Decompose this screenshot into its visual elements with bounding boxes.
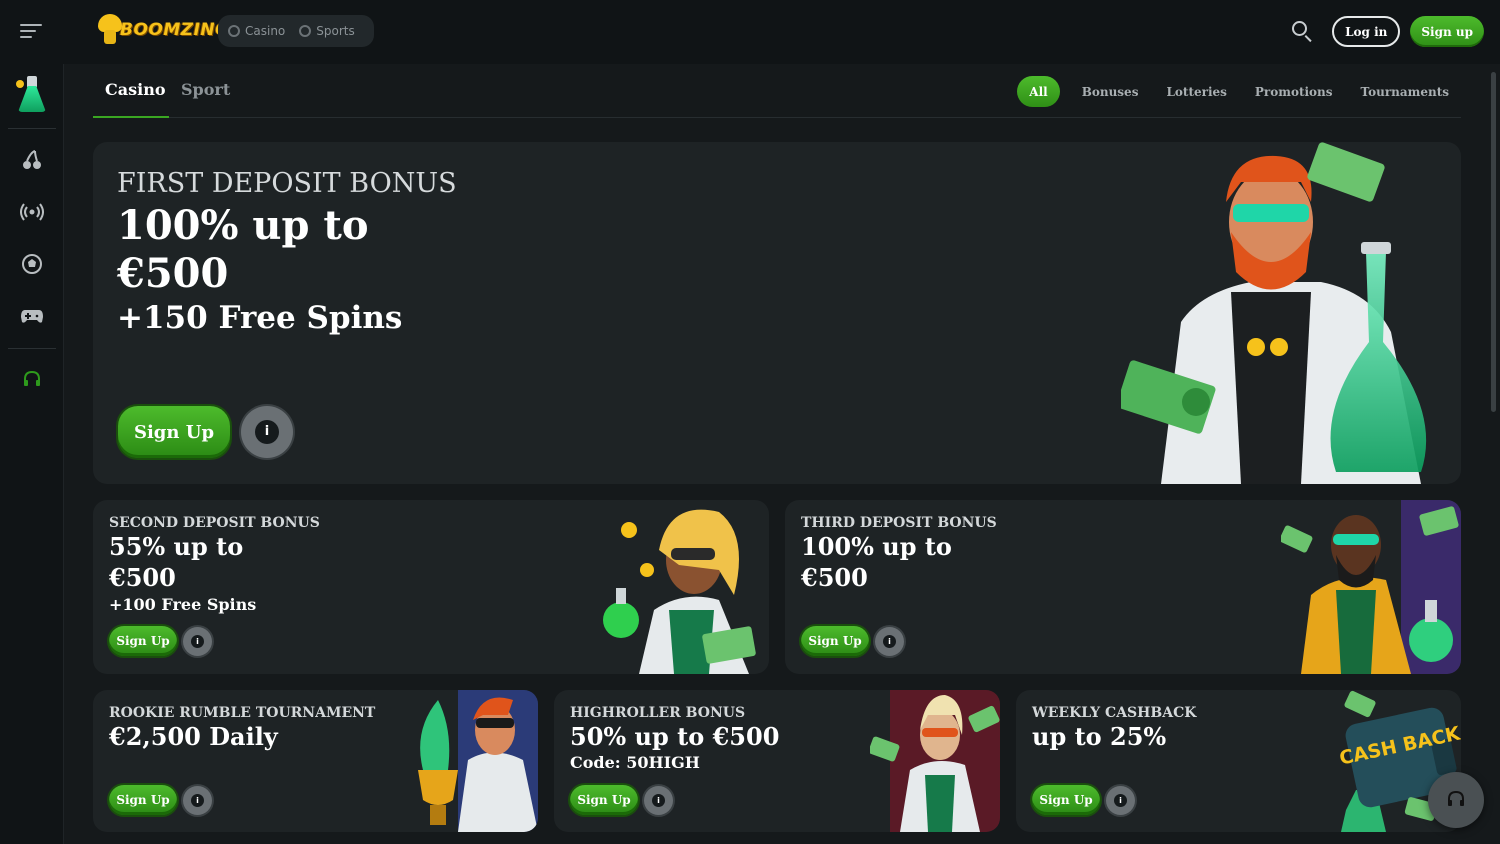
hero-info-button[interactable]: i [241,406,293,458]
card-info-button[interactable]: i [183,786,212,815]
mode-casino[interactable]: Casino [228,24,285,38]
page-scrollbar[interactable] [1491,72,1496,412]
support-chat-button[interactable] [1428,772,1484,828]
card-line-2: €500 [109,563,176,592]
card-title: THIRD DEPOSIT BONUS [801,515,997,531]
card-line-1: up to 25% [1032,722,1167,751]
card-signup-button[interactable]: Sign Up [109,785,177,815]
promo-card-rookie-rumble: ROOKIE RUMBLE TOURNAMENT €2,500 Daily Si… [93,690,538,832]
football-icon[interactable] [20,252,44,276]
hero-line-1: 100% up to [117,202,369,249]
card-line-2: Code: 50HIGH [570,753,700,772]
man-scientist-illustration [1281,500,1461,674]
tab-casino[interactable]: Casino [105,80,166,99]
card-title: ROOKIE RUMBLE TOURNAMENT [109,705,376,721]
hero-line-3: +150 Free Spins [117,300,403,336]
promo-card-highroller: HIGHROLLER BONUS 50% up to €500 Code: 50… [554,690,1000,832]
info-icon: i [190,634,205,649]
top-bar: BOOMZINO Casino Sports Log in Sign up [0,0,1500,64]
card-line-1: 100% up to [801,532,952,561]
card-info-button[interactable]: i [1106,786,1135,815]
casino-flask-icon[interactable] [14,76,50,114]
mushroom-logo-icon [96,12,124,48]
info-icon: i [1113,793,1128,808]
live-icon[interactable] [20,200,44,224]
category-tabs: Casino Sport All Bonuses Lotteries Promo… [93,66,1461,118]
info-icon: i [882,634,897,649]
woman-scientist-illustration [603,509,756,674]
card-line-2: €500 [801,563,868,592]
signup-button[interactable]: Sign up [1410,16,1484,47]
card-info-button[interactable]: i [183,627,212,656]
tab-sport[interactable]: Sport [181,80,230,99]
mode-sports-label: Sports [316,24,355,38]
card-info-button[interactable]: i [875,627,904,656]
casino-icon [228,25,240,37]
filter-all[interactable]: All [1017,76,1060,107]
card-signup-button[interactable]: Sign Up [801,626,869,656]
headset-icon[interactable] [20,368,44,392]
card-signup-button[interactable]: Sign Up [109,626,177,656]
filter-tournaments[interactable]: Tournaments [1349,76,1461,107]
card-signup-button[interactable]: Sign Up [570,785,638,815]
info-icon: i [254,419,280,445]
login-button[interactable]: Log in [1332,16,1401,47]
card-info-button[interactable]: i [644,786,673,815]
menu-icon[interactable] [20,24,42,40]
mode-casino-label: Casino [245,24,286,38]
card-line-1: 50% up to €500 [570,722,780,751]
promo-card-second-deposit: SECOND DEPOSIT BONUS 55% up to €500 +100… [93,500,769,674]
promo-card-weekly-cashback: WEEKLY CASHBACK up to 25% Sign Up i CASH… [1016,690,1461,832]
card-line-3: +100 Free Spins [109,595,257,614]
sidebar-divider [8,348,56,349]
sidebar-divider [8,128,56,129]
card-title: WEEKLY CASHBACK [1032,705,1197,721]
hero-title: FIRST DEPOSIT BONUS [117,168,457,199]
filter-lotteries[interactable]: Lotteries [1154,76,1238,107]
hero-signup-button[interactable]: Sign Up [118,406,230,458]
promo-card-third-deposit: THIRD DEPOSIT BONUS 100% up to €500 Sign… [785,500,1461,674]
scientist-character-illustration [1121,142,1427,484]
logo-text: BOOMZINO [120,20,231,40]
highroller-character-illustration [870,690,1000,832]
filter-promotions[interactable]: Promotions [1243,76,1345,107]
hero-line-2: €500 [117,250,229,297]
sports-icon [299,25,312,37]
mode-sports[interactable]: Sports [299,24,355,38]
promo-filters: All Bonuses Lotteries Promotions Tournam… [1017,76,1461,107]
gamepad-icon[interactable] [20,304,44,328]
info-icon: i [190,793,205,808]
info-icon: i [651,793,666,808]
card-line-1: €2,500 Daily [109,722,278,751]
headset-icon [1448,790,1464,806]
trophy-character-illustration [418,690,538,832]
filter-bonuses[interactable]: Bonuses [1070,76,1151,107]
logo[interactable]: BOOMZINO [96,12,230,48]
mode-switch: Casino Sports [218,15,374,47]
card-title: SECOND DEPOSIT BONUS [109,515,320,531]
search-icon[interactable] [1292,20,1314,43]
sidebar [0,64,64,844]
cherry-icon[interactable] [20,148,44,172]
card-line-1: 55% up to [109,532,244,561]
card-title: HIGHROLLER BONUS [570,705,746,721]
hero-promo-card: FIRST DEPOSIT BONUS 100% up to €500 +150… [93,142,1461,484]
active-tab-indicator [93,116,169,118]
card-signup-button[interactable]: Sign Up [1032,785,1100,815]
